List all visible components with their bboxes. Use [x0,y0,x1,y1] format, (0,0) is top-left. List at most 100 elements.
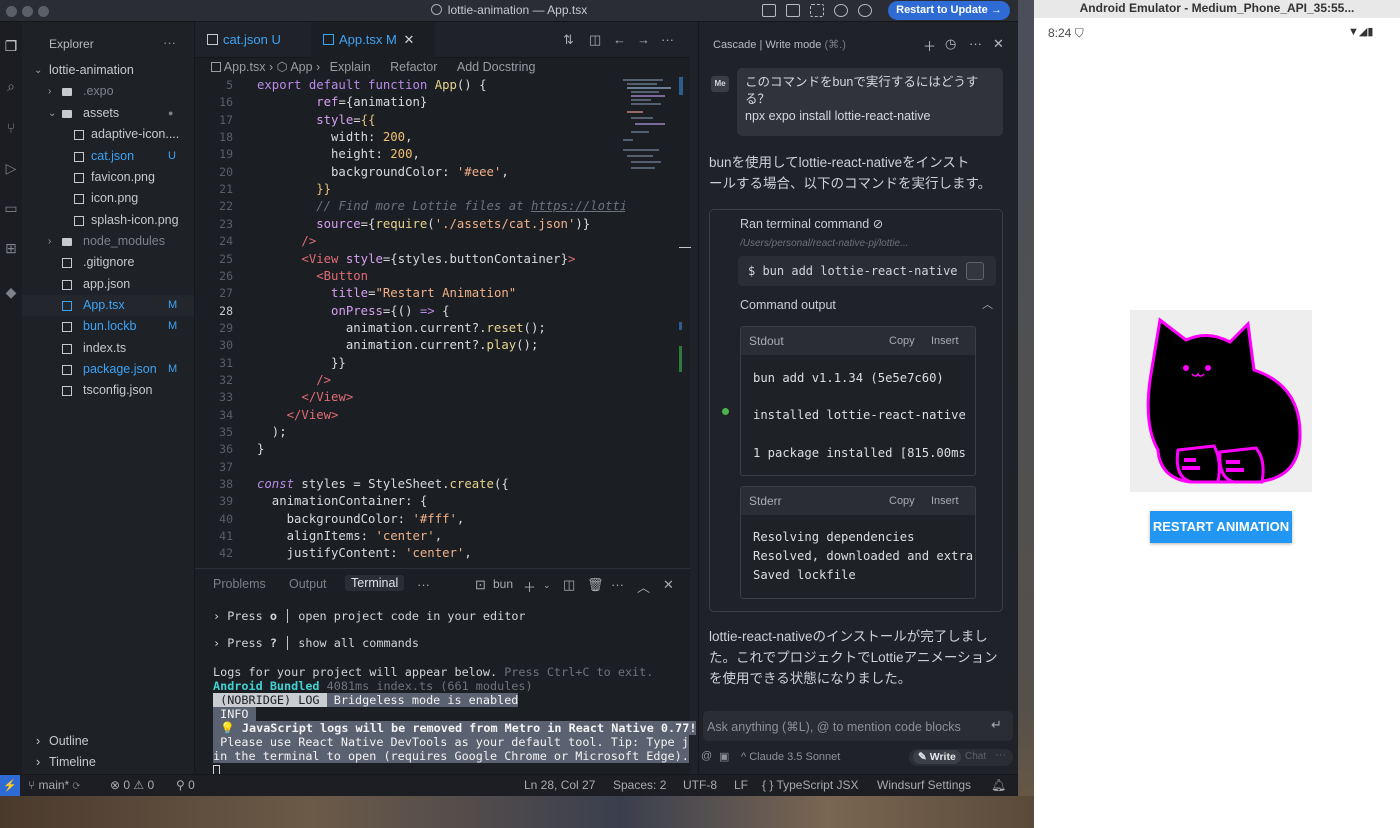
tab-app-tsx[interactable]: App.tsx M ✕ [311,22,435,58]
tree-item-cat-json[interactable]: cat.json U [22,146,194,167]
tab-cat-json[interactable]: cat.json U [195,22,307,58]
maximize-panel-icon[interactable]: ︿ [637,577,650,596]
more-icon[interactable]: ··· [995,749,1006,761]
image-icon[interactable]: ▣ [719,750,729,763]
layout-icon[interactable] [810,4,824,17]
explorer-more-icon[interactable]: ··· [163,35,176,50]
branch-indicator[interactable]: ⑂ main* ⟳ [28,778,80,792]
search-icon[interactable]: ⌕ [3,78,19,94]
remote-explorer-icon[interactable]: ▭ [3,200,19,216]
new-conversation-icon[interactable]: ＋ [923,36,936,55]
tab-problems[interactable]: Problems [213,577,266,591]
close-panel-icon[interactable]: ✕ [663,577,674,593]
encoding-indicator[interactable]: UTF-8 [683,778,717,792]
more-actions-icon[interactable]: ··· [661,32,674,47]
chat-mode-button[interactable]: Chat [965,751,986,762]
run-debug-icon[interactable]: ▷ [3,160,19,176]
restart-animation-button[interactable]: RESTART ANIMATION [1150,511,1292,543]
model-selector[interactable]: ^ Claude 3.5 Sonnet [741,751,840,763]
problems-indicator[interactable]: ⊗ 0 ⚠ 0 [110,778,154,792]
more-icon[interactable]: ··· [417,577,430,592]
tree-item-node-modules[interactable]: › node_modules [22,231,194,252]
docker-icon[interactable]: ◆ [3,284,19,300]
bell-icon[interactable]: 🔔︎ [991,778,1006,792]
windsurf-icon[interactable] [834,4,848,17]
minimap[interactable] [623,77,679,197]
remote-indicator-icon[interactable]: ⚡ [0,775,20,796]
cursor-position[interactable]: Ln 28, Col 27 [524,778,595,792]
explorer-icon[interactable]: ❐ [3,38,19,54]
chevron-down-icon[interactable]: ⌄ [543,580,551,591]
terminal-shell-label[interactable]: bun [493,577,513,591]
trash-icon[interactable]: 🗑 [587,577,604,593]
copy-button[interactable]: Copy [889,495,915,507]
more-actions-icon[interactable]: ··· [611,577,624,592]
copy-icon[interactable] [966,262,984,280]
source-control-icon[interactable]: ⑂ [3,120,19,136]
tree-item-bun-lockb[interactable]: bun.lockb M [22,316,194,337]
split-terminal-icon[interactable]: ◫ [563,577,575,593]
eol-indicator[interactable]: LF [734,778,748,792]
tree-item-app-json[interactable]: app.json [22,274,194,295]
restart-to-update-button[interactable]: Restart to Update → [888,1,1010,20]
tree-item-splash-icon[interactable]: splash-icon.png [22,210,194,231]
explain-action[interactable]: Explain [330,60,371,74]
ports-indicator[interactable]: ⚲ 0 [176,778,195,792]
tsx-file-icon [211,62,221,72]
tree-item-app-tsx[interactable]: App.tsx M [22,295,194,316]
tree-item-tsconfig[interactable]: tsconfig.json [22,380,194,401]
status-icons: ▼◢▮ [1348,25,1373,38]
command-output-title[interactable]: Command output [740,298,836,312]
insert-button[interactable]: Insert [931,335,959,347]
toggle-sidebar-icon[interactable] [762,4,776,17]
ask-input[interactable]: Ask anything (⌘L), @ to mention code blo… [703,711,1013,741]
more-icon[interactable]: ··· [969,36,982,51]
close-tab-icon[interactable]: ✕ [403,32,414,47]
close-icon[interactable]: ✕ [993,36,1004,52]
android-emulator-window: Android Emulator - Medium_Phone_API_35:5… [1034,0,1400,828]
split-editor-icon[interactable]: ◫ [589,32,601,48]
user-message-line: このコマンドをbunで実行するにはどうす [745,75,979,89]
back-icon[interactable]: ← [613,32,626,47]
history-icon[interactable]: ◷ [945,36,956,52]
tree-item-assets[interactable]: ⌄ assets ● [22,103,194,124]
compare-icon[interactable]: ⇅ [563,32,574,48]
write-mode-button[interactable]: ✎ Write [913,750,961,764]
assistant-reply: bunを使用してlottie-react-nativeをインスト ールする場合、… [709,152,1009,194]
forward-icon[interactable]: → [637,32,650,47]
insert-button[interactable]: Insert [931,495,959,507]
enter-icon[interactable]: ↵ [991,717,1002,733]
reply-line: ールする場合、以下のコマンドを実行します。 [709,176,992,191]
breadcrumb-file[interactable]: App.tsx [224,60,266,74]
chevron-up-icon[interactable]: ︿ [982,296,993,312]
tree-item-expo[interactable]: › .expo [22,81,194,102]
tree-item-icon-png[interactable]: icon.png [22,188,194,209]
outline-section[interactable]: › Outline [22,731,194,752]
mention-icon[interactable]: @ [701,750,712,762]
refactor-action[interactable]: Refactor [390,60,437,74]
copy-button[interactable]: Copy [889,335,915,347]
windsurf-settings[interactable]: Windsurf Settings [877,778,971,792]
editor-scrollbar[interactable] [679,77,683,95]
tree-item-adaptive-icon[interactable]: adaptive-icon.... [22,124,194,145]
tree-root-folder[interactable]: ⌄ lottie-animation [22,60,194,81]
wifi-icon: ▼ [1348,26,1359,38]
breadcrumb-symbol[interactable]: App [290,60,312,74]
new-terminal-icon[interactable]: ＋ [523,577,536,596]
tab-output[interactable]: Output [289,577,327,591]
tree-item-index-ts[interactable]: index.ts [22,338,194,359]
timeline-section[interactable]: › Timeline [22,752,194,773]
tree-item-favicon[interactable]: favicon.png [22,167,194,188]
indentation-indicator[interactable]: Spaces: 2 [613,778,666,792]
tab-terminal[interactable]: Terminal [345,575,405,591]
mode-toggle[interactable]: ✎ Write Chat ··· [909,749,1013,766]
toggle-panel-icon[interactable] [786,4,800,17]
code-area[interactable]: 5 export default function App() { 16 ref=… [195,77,625,568]
tree-item-gitignore[interactable]: .gitignore [22,252,194,273]
extensions-icon[interactable]: ⊞ [3,240,19,256]
chevron-right-icon: › [36,734,41,748]
tree-item-package-json[interactable]: package.json M [22,359,194,380]
language-indicator[interactable]: { } TypeScript JSX [762,778,859,792]
add-docstring-action[interactable]: Add Docstring [457,60,536,74]
account-icon[interactable] [858,4,872,17]
